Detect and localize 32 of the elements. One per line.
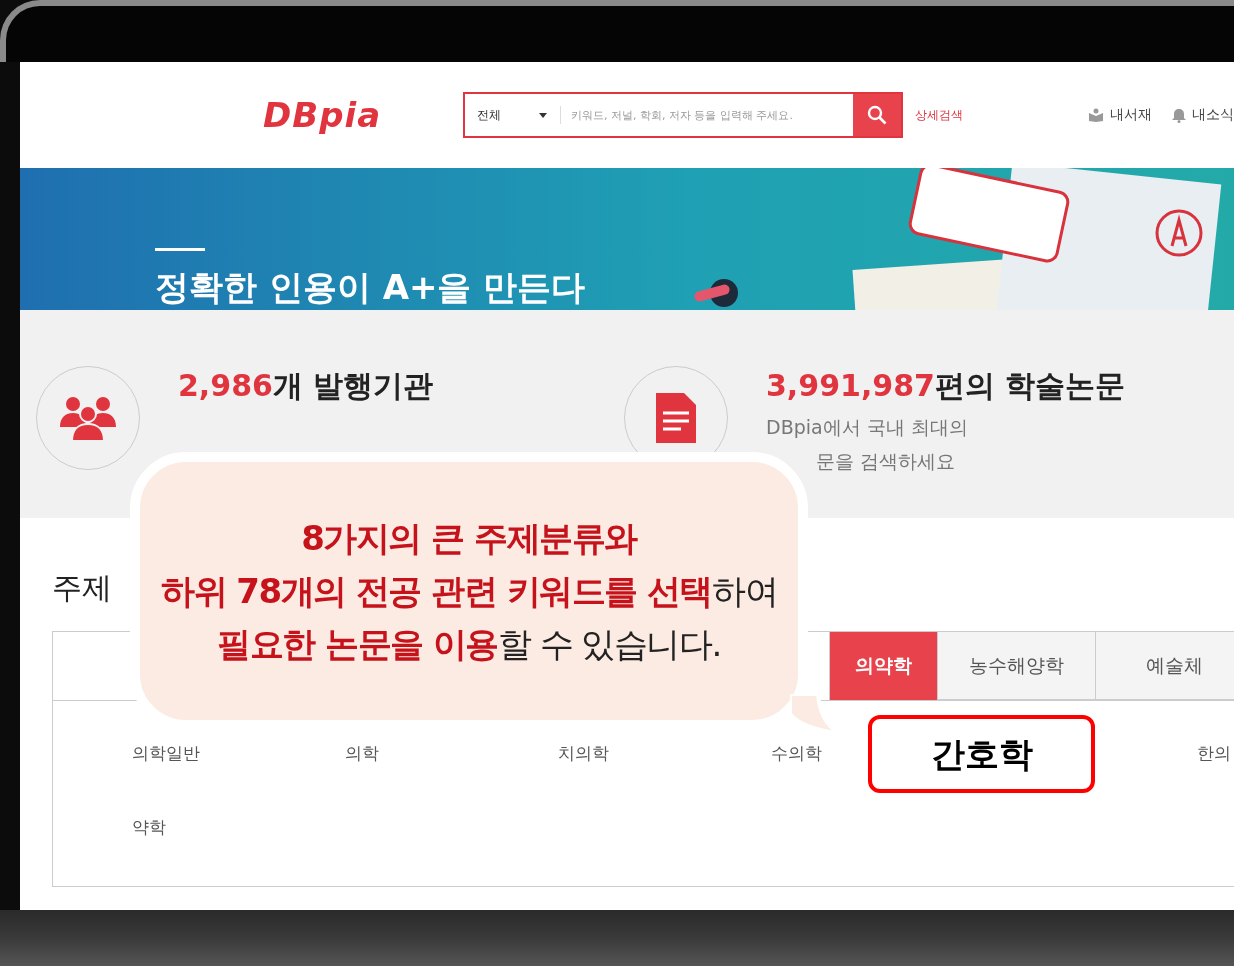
- document-icon: [656, 393, 696, 443]
- subject-tab[interactable]: 예술체: [1094, 632, 1234, 700]
- stat-description: 문을 검색하세요: [816, 449, 956, 474]
- banner-headline: 정확한 인용이 A+을 만든다: [155, 266, 586, 309]
- search-bar[interactable]: 전체 키워드, 저널, 학회, 저자 등을 입력해 주세요.: [463, 92, 903, 138]
- header-link[interactable]: 내소식: [1172, 106, 1234, 124]
- people-icon: [59, 395, 117, 441]
- callout-text: 8가지의 큰 주제분류와: [301, 516, 637, 560]
- caret-icon: [539, 112, 547, 118]
- section-title: 주제: [52, 569, 112, 607]
- book-icon: [1088, 108, 1104, 122]
- keyword-link[interactable]: 치의학: [558, 741, 609, 765]
- callout-text: 필요한 논문을 이용할 수 있습니다.: [217, 622, 721, 666]
- keyword-link[interactable]: 약학: [132, 815, 166, 839]
- header-link[interactable]: 내서재: [1088, 106, 1152, 124]
- advanced-search-link[interactable]: 상세검색: [915, 106, 963, 124]
- subject-tab[interactable]: 의약학: [829, 632, 937, 700]
- keyword-link[interactable]: 한의: [1197, 741, 1231, 765]
- stat-heading: 2,986개 발행기관: [178, 367, 434, 405]
- keyword-link[interactable]: 간호학: [868, 715, 1095, 793]
- subject-tab[interactable]: 농수해양학: [936, 632, 1095, 700]
- logo[interactable]: DBpia: [263, 95, 453, 135]
- search-icon: [867, 105, 887, 125]
- keyword-link[interactable]: 수의학: [771, 741, 822, 765]
- stat-heading: 3,991,987편의 학술논문: [766, 367, 1126, 405]
- bell-icon: [1172, 107, 1186, 123]
- search-button[interactable]: [853, 94, 901, 136]
- stat-description: DBpia에서 국내 최대의: [766, 415, 968, 440]
- keyword-link[interactable]: 의학: [345, 741, 379, 765]
- callout-text: 하위 78개의 전공 관련 키워드를 선택하여: [161, 569, 777, 613]
- accent-line: [155, 248, 205, 251]
- keyword-link[interactable]: 의학일반: [132, 741, 200, 765]
